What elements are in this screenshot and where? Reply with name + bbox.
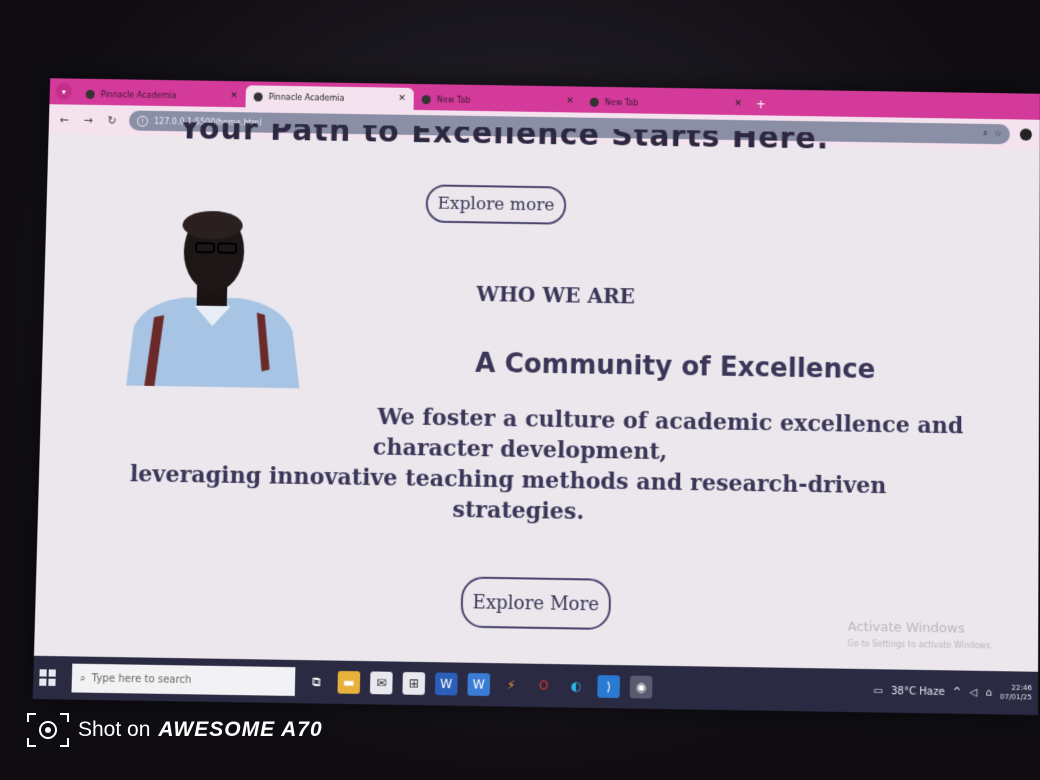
student-photo xyxy=(126,210,302,389)
file-explorer-icon[interactable]: ▬ xyxy=(337,670,361,694)
tab-title: Pinnacle Academia xyxy=(268,92,345,103)
word-icon[interactable]: W xyxy=(434,672,458,696)
bolt-app-icon[interactable]: ⚡ xyxy=(500,674,523,697)
globe-icon xyxy=(589,97,599,107)
forward-arrow-icon[interactable]: → xyxy=(81,113,95,126)
close-icon[interactable]: ✕ xyxy=(230,91,238,101)
camera-watermark: Shot on AWESOME A70 xyxy=(26,712,323,748)
tab-pinnacle-active[interactable]: Pinnacle Academia ✕ xyxy=(245,85,414,110)
opera-icon[interactable]: O xyxy=(532,674,555,697)
vscode-icon[interactable]: ⟩ xyxy=(597,675,620,699)
tab-title: Pinnacle Academia xyxy=(100,89,177,100)
monitor-screen: ▾ Pinnacle Academia ✕ Pinnacle Academia … xyxy=(32,78,1040,716)
chevron-up-icon[interactable]: ^ xyxy=(953,686,962,697)
system-tray: ▭ 38°C Haze ^ ◁ ⌂ 22:46 07/01/25 xyxy=(873,682,1032,703)
tab-title: New Tab xyxy=(604,97,639,107)
community-title: A Community of Excellence xyxy=(474,348,876,386)
store-icon[interactable]: ⊞ xyxy=(402,671,426,695)
weather-text[interactable]: 38°C Haze xyxy=(891,685,945,697)
explore-more-button-bottom[interactable]: Explore More xyxy=(460,576,612,631)
tab-pinnacle-1[interactable]: Pinnacle Academia ✕ xyxy=(77,83,246,108)
reload-icon[interactable]: ↻ xyxy=(105,114,119,127)
new-tab-button[interactable]: + xyxy=(756,97,766,111)
camera-lens-icon xyxy=(27,713,69,747)
tab-search-icon[interactable]: ▾ xyxy=(55,83,73,100)
mail-icon[interactable]: ✉ xyxy=(369,671,393,695)
close-icon[interactable]: ✕ xyxy=(566,96,574,106)
search-placeholder: Type here to search xyxy=(91,672,192,686)
globe-icon xyxy=(85,89,95,99)
search-icon: ⌕ xyxy=(79,672,86,684)
taskbar-clock[interactable]: 22:46 07/01/25 xyxy=(1000,684,1032,703)
who-we-are-heading: WHO WE ARE xyxy=(476,281,636,309)
clock-time: 22:46 xyxy=(1011,683,1032,693)
bookmark-star-icon[interactable]: ☆ xyxy=(994,129,1002,139)
watermark-prefix: Shot on xyxy=(78,718,151,741)
watermark-brand: AWESOME A70 xyxy=(158,718,323,741)
edge-icon[interactable]: ◐ xyxy=(565,675,588,698)
globe-icon xyxy=(421,94,431,104)
globe-icon xyxy=(253,91,263,102)
activate-title: Activate Windows xyxy=(847,619,965,637)
task-view-icon[interactable]: ⧉ xyxy=(305,670,328,693)
activate-subtitle: Go to Settings to activate Windows. xyxy=(847,638,993,651)
tab-new-tab-2[interactable]: New Tab ✕ xyxy=(582,91,750,116)
close-icon[interactable]: ✕ xyxy=(398,94,406,104)
weather-icon: ▭ xyxy=(873,685,883,697)
back-arrow-icon[interactable]: ← xyxy=(57,113,71,126)
windows-start-icon[interactable] xyxy=(39,669,56,686)
explore-more-button-top[interactable]: Explore more xyxy=(425,184,567,225)
page-content: Your Path to Excellence Starts Here. Exp… xyxy=(33,122,1040,672)
tab-new-tab-1[interactable]: New Tab ✕ xyxy=(414,88,582,113)
network-icon[interactable]: ⌂ xyxy=(985,687,992,698)
clock-date: 07/01/25 xyxy=(999,692,1032,702)
site-info-icon[interactable]: i xyxy=(136,115,149,127)
close-icon[interactable]: ✕ xyxy=(734,99,742,109)
chrome-icon[interactable]: ◉ xyxy=(629,675,653,699)
zoom-icon[interactable]: ⌕ xyxy=(983,129,988,139)
activate-windows-watermark: Activate Windows Go to Settings to activ… xyxy=(848,619,1040,651)
taskbar-search-input[interactable]: ⌕ Type here to search xyxy=(71,663,296,696)
tab-title: New Tab xyxy=(436,94,471,105)
writer-app-icon[interactable]: W xyxy=(467,672,491,696)
profile-avatar-icon[interactable] xyxy=(1019,128,1032,141)
description-paragraph: We foster a culture of academic excellen… xyxy=(129,398,999,534)
volume-icon[interactable]: ◁ xyxy=(969,687,977,698)
